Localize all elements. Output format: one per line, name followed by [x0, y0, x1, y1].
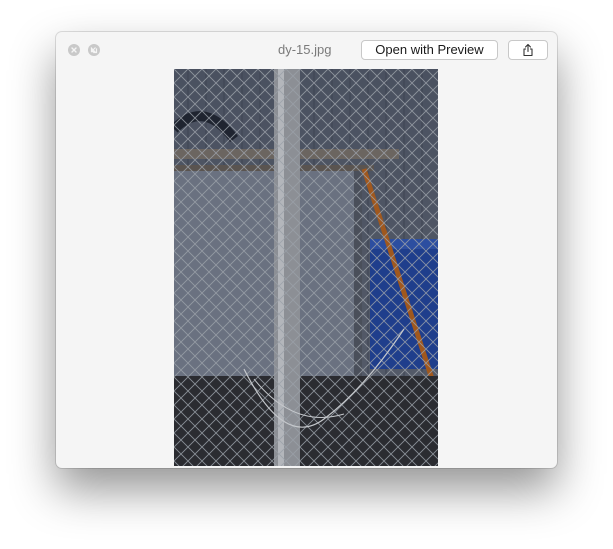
open-with-preview-button[interactable]: Open with Preview: [361, 40, 498, 60]
fullscreen-button[interactable]: [88, 44, 100, 56]
close-button[interactable]: [68, 44, 80, 56]
preview-image: [174, 69, 438, 466]
titlebar: dy-15.jpg Open with Preview: [56, 32, 557, 68]
fullscreen-icon: [90, 46, 98, 54]
window-title: dy-15.jpg: [278, 42, 332, 57]
close-icon: [71, 47, 77, 53]
quicklook-window: dy-15.jpg Open with Preview: [56, 32, 557, 468]
share-button[interactable]: [508, 40, 548, 60]
share-icon: [523, 43, 533, 57]
